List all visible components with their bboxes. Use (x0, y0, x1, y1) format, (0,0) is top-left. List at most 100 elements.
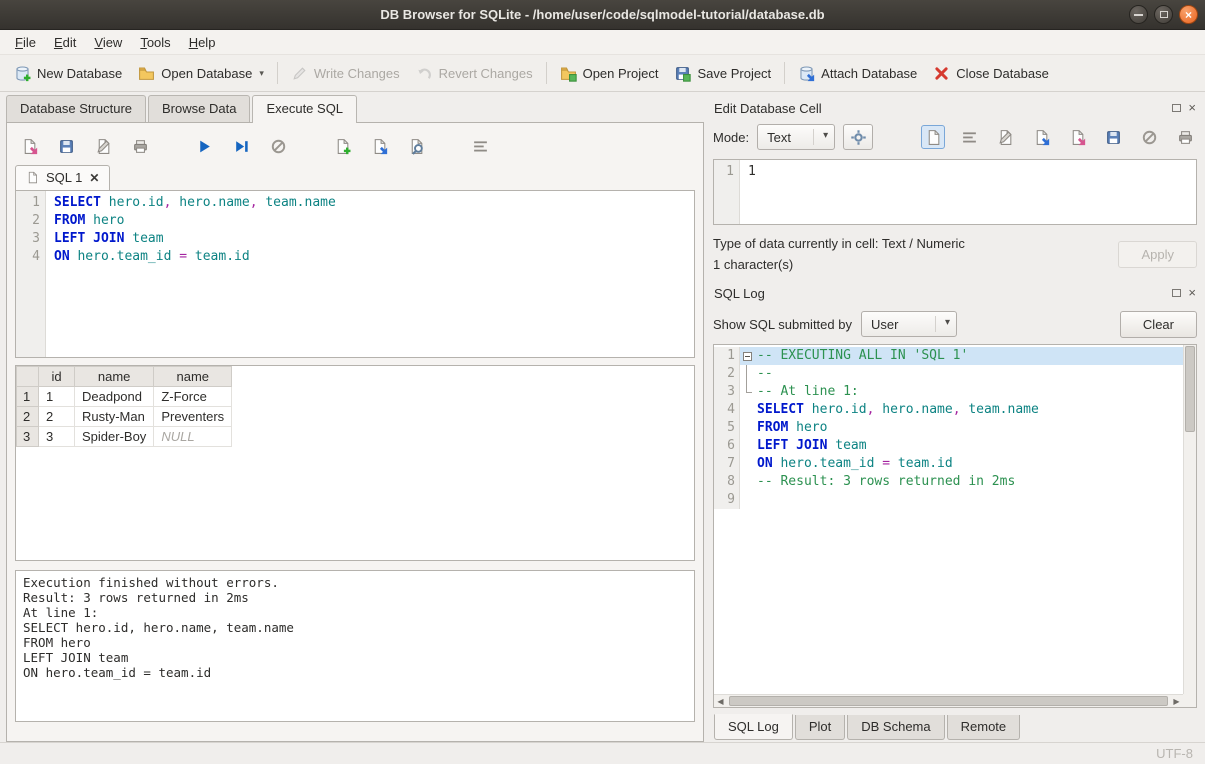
row-header[interactable]: 3 (17, 427, 39, 447)
sql-tab[interactable]: SQL 1 ✕ (15, 165, 110, 190)
open-sql-file-button[interactable] (17, 134, 41, 158)
tab-browse-data[interactable]: Browse Data (148, 95, 250, 122)
menu-edit[interactable]: Edit (45, 32, 85, 53)
results-column-header[interactable]: name (154, 367, 232, 387)
scrollbar-corner (1183, 694, 1196, 707)
log-vertical-scrollbar[interactable] (1183, 345, 1196, 694)
scroll-left-icon[interactable]: ◀ (714, 695, 727, 707)
write-changes-icon (291, 65, 308, 82)
log-filter-select[interactable]: User (861, 311, 957, 337)
float-panel-icon[interactable] (1172, 104, 1181, 112)
set-null-button[interactable] (1137, 125, 1161, 149)
table-cell[interactable]: Z-Force (154, 387, 232, 407)
tab-plot[interactable]: Plot (795, 715, 845, 740)
results-corner-header[interactable] (17, 367, 39, 387)
execute-sql-pane: SQL 1 ✕ 1234 SELECT hero.id, hero.name, … (6, 122, 704, 742)
cell-mode-row: Mode: Text (713, 120, 1197, 154)
save-sql-file-button[interactable] (54, 134, 78, 158)
log-line-text: -- Result: 3 rows returned in 2ms (754, 473, 1183, 491)
table-cell[interactable]: Preventers (154, 407, 232, 427)
close-button[interactable]: × (1179, 5, 1198, 24)
line-number: 4 (714, 401, 740, 419)
table-cell[interactable]: 1 (39, 387, 75, 407)
write-changes-button[interactable]: Write Changes (283, 60, 408, 87)
new-database-icon (14, 65, 31, 82)
close-database-button[interactable]: Close Database (925, 60, 1057, 87)
scrollbar-thumb[interactable] (729, 696, 1168, 706)
results-column-header[interactable]: id (39, 367, 75, 387)
execution-message-text: Execution finished without errors. Resul… (23, 575, 687, 680)
tab-sql-log[interactable]: SQL Log (714, 714, 793, 740)
format-cell-button[interactable] (993, 125, 1017, 149)
sql-log-content[interactable]: 1-- EXECUTING ALL IN 'SQL 1'2--3-- At li… (714, 345, 1183, 694)
print-sql-button[interactable] (128, 134, 152, 158)
auto-switch-mode-button[interactable] (843, 124, 873, 150)
cell-mode-select[interactable]: Text (757, 124, 835, 150)
scrollbar-thumb[interactable] (1185, 346, 1195, 432)
new-database-button[interactable]: New Database (6, 60, 130, 87)
fold-marker[interactable] (740, 347, 754, 365)
tab-database-structure[interactable]: Database Structure (6, 95, 146, 122)
table-cell[interactable]: 2 (39, 407, 75, 427)
text-view-button[interactable] (921, 125, 945, 149)
code-line: FROM hero (54, 212, 694, 230)
table-cell[interactable]: 3 (39, 427, 75, 447)
encoding-indicator: UTF-8 (1156, 746, 1193, 761)
set-null-icon (1141, 129, 1158, 146)
row-header[interactable]: 2 (17, 407, 39, 427)
tab-execute-sql[interactable]: Execute SQL (252, 95, 357, 123)
table-cell[interactable]: Deadpond (75, 387, 154, 407)
minimize-button[interactable] (1129, 5, 1148, 24)
cell-value-editor[interactable]: 1 1 (713, 159, 1197, 225)
clear-log-button[interactable]: Clear (1120, 311, 1197, 338)
line-number: 6 (714, 437, 740, 455)
sql-tab-close-icon[interactable]: ✕ (89, 171, 99, 185)
close-panel-icon[interactable]: × (1188, 103, 1196, 113)
line-number: 3 (16, 230, 40, 248)
stop-execution-button[interactable] (266, 134, 290, 158)
sql-editor[interactable]: 1234 SELECT hero.id, hero.name, team.nam… (15, 190, 695, 358)
sql-editor-code[interactable]: SELECT hero.id, hero.name, team.nameFROM… (46, 191, 694, 357)
open-sql-file-icon (21, 138, 38, 155)
close-panel-icon[interactable]: × (1188, 288, 1196, 298)
attach-database-button[interactable]: Attach Database (790, 60, 925, 87)
menu-file[interactable]: File (6, 32, 45, 53)
cell-word-wrap-button[interactable] (957, 125, 981, 149)
save-project-button[interactable]: Save Project (666, 60, 779, 87)
open-database-button[interactable]: Open Database ▾ (130, 60, 272, 87)
revert-changes-button[interactable]: Revert Changes (408, 60, 541, 87)
save-sql-as-button[interactable] (91, 134, 115, 158)
float-panel-icon[interactable] (1172, 289, 1181, 297)
log-horizontal-scrollbar[interactable]: ◀ ▶ (714, 694, 1183, 707)
open-project-button[interactable]: Open Project (552, 60, 667, 87)
cell-editor-code[interactable]: 1 (740, 160, 1196, 224)
execute-all-button[interactable] (192, 134, 216, 158)
table-cell[interactable]: Spider-Boy (75, 427, 154, 447)
execution-message-box[interactable]: Execution finished without errors. Resul… (15, 570, 695, 722)
table-cell[interactable]: Rusty-Man (75, 407, 154, 427)
tab-db-schema[interactable]: DB Schema (847, 715, 944, 740)
maximize-button[interactable] (1154, 5, 1173, 24)
open-sql-tab-button[interactable] (367, 134, 391, 158)
new-sql-tab-button[interactable] (330, 134, 354, 158)
cell-type-info: Type of data currently in cell: Text / N… (713, 233, 965, 254)
save-cell-button[interactable] (1101, 125, 1125, 149)
print-cell-button[interactable] (1173, 125, 1197, 149)
execute-line-button[interactable] (229, 134, 253, 158)
code-line: ON hero.team_id = team.id (54, 248, 694, 266)
apply-button[interactable]: Apply (1118, 241, 1197, 268)
menu-view[interactable]: View (85, 32, 131, 53)
word-wrap-button[interactable] (468, 134, 492, 158)
row-header[interactable]: 1 (17, 387, 39, 407)
table-cell[interactable]: NULL (154, 427, 232, 447)
scroll-right-icon[interactable]: ▶ (1170, 695, 1183, 707)
tab-remote[interactable]: Remote (947, 715, 1021, 740)
menu-help[interactable]: Help (180, 32, 225, 53)
results-column-header[interactable]: name (75, 367, 154, 387)
menu-tools[interactable]: Tools (131, 32, 179, 53)
find-replace-button[interactable] (404, 134, 428, 158)
log-line: 6LEFT JOIN team (714, 437, 1183, 455)
import-cell-button[interactable] (1029, 125, 1053, 149)
fold-gutter (740, 491, 754, 509)
export-cell-button[interactable] (1065, 125, 1089, 149)
